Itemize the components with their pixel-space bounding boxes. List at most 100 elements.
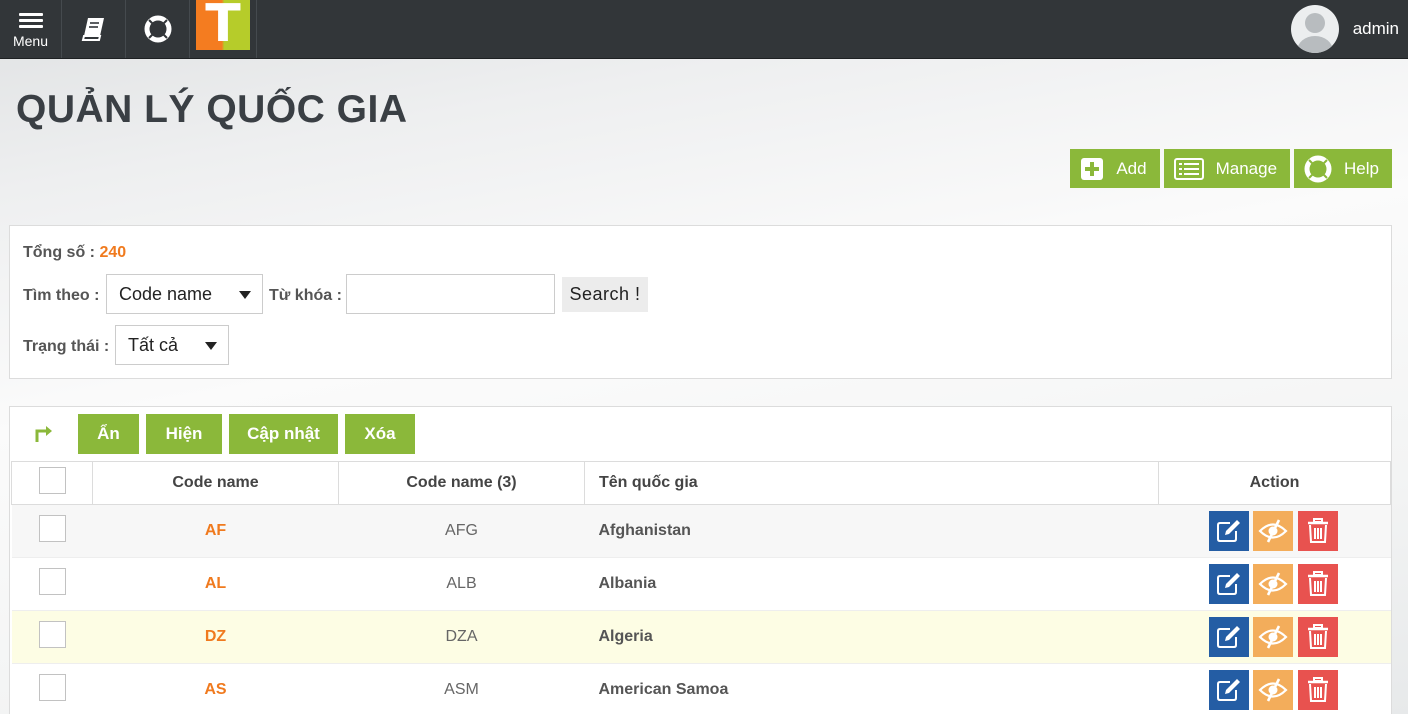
toggle-visibility-button[interactable]: [1252, 564, 1293, 604]
hamburger-icon: [18, 10, 43, 31]
brand-logo-link[interactable]: T: [190, 0, 257, 58]
edit-icon: [1216, 573, 1240, 595]
select-all-checkbox[interactable]: [38, 467, 66, 494]
total-label: Tổng số :: [23, 244, 95, 261]
row-actions: [1158, 663, 1391, 714]
row-checkbox[interactable]: [38, 674, 66, 701]
trash-icon: [1307, 677, 1328, 702]
row-code3: DZA: [338, 610, 585, 664]
status-value: Tất cả: [128, 334, 179, 355]
row-actions: [1158, 610, 1391, 664]
total-count: Tổng số : 240: [23, 244, 126, 262]
table-body: AF AFG Afghanistan AL ALB Albania DZ DZA…: [11, 504, 1391, 714]
row-actions: [1158, 504, 1391, 558]
header-checkbox-cell: [11, 461, 93, 505]
add-button[interactable]: Add: [1070, 149, 1160, 188]
avatar-icon: [1290, 5, 1339, 53]
edit-icon: [1216, 520, 1240, 542]
edit-button[interactable]: [1208, 511, 1249, 551]
eye-slash-icon: [1257, 678, 1288, 702]
row-checkbox[interactable]: [38, 515, 66, 542]
header-code3[interactable]: Code name (3): [338, 461, 585, 505]
bulk-show-button[interactable]: Hiện: [146, 414, 222, 454]
top-navbar: Menu T admin: [0, 0, 1408, 59]
table-row: AS ASM American Samoa: [11, 663, 1391, 714]
table-panel: Ẩn Hiện Cập nhật Xóa Code name Code name…: [9, 406, 1392, 714]
row-code3: ALB: [338, 557, 585, 611]
row-name: Albania: [584, 557, 1159, 611]
row-checkbox-cell: [11, 610, 93, 664]
eye-slash-icon: [1257, 519, 1288, 543]
manage-label: Manage: [1215, 158, 1278, 178]
search-by-select[interactable]: Code name: [106, 274, 263, 314]
table-header-row: Code name Code name (3) Tên quốc gia Act…: [11, 461, 1391, 505]
keyword-label: Từ khóa :: [269, 287, 342, 304]
docs-button[interactable]: [62, 0, 126, 58]
eye-slash-icon: [1257, 572, 1288, 596]
row-actions: [1158, 557, 1391, 611]
book-icon: [81, 18, 104, 41]
brand-logo: T: [196, 0, 250, 50]
edit-icon: [1216, 626, 1240, 648]
row-checkbox-cell: [11, 504, 93, 558]
row-code3: AFG: [338, 504, 585, 558]
search-by-value: Code name: [119, 283, 213, 304]
list-icon: [1173, 157, 1204, 180]
toggle-visibility-button[interactable]: [1252, 617, 1293, 657]
page-title: QUẢN LÝ QUỐC GIA: [16, 88, 408, 131]
edit-icon: [1216, 679, 1240, 701]
plus-icon: [1080, 157, 1104, 181]
manage-button[interactable]: Manage: [1163, 149, 1291, 188]
toggle-visibility-button[interactable]: [1252, 670, 1293, 710]
keyword-input[interactable]: [346, 274, 555, 314]
bulk-delete-button[interactable]: Xóa: [345, 414, 415, 454]
row-code3: ASM: [338, 663, 585, 714]
row-checkbox-cell: [11, 557, 93, 611]
edit-button[interactable]: [1208, 617, 1249, 657]
table-row: AF AFG Afghanistan: [11, 504, 1391, 558]
total-value: 240: [99, 244, 127, 261]
status-select[interactable]: Tất cả: [115, 325, 229, 365]
bulk-hide-button[interactable]: Ẩn: [78, 414, 139, 454]
row-code[interactable]: AS: [92, 663, 339, 714]
header-name[interactable]: Tên quốc gia: [584, 461, 1159, 505]
edit-button[interactable]: [1208, 670, 1249, 710]
chevron-down-icon: [205, 342, 217, 350]
add-label: Add: [1116, 158, 1147, 178]
row-name: Afghanistan: [584, 504, 1159, 558]
chevron-down-icon: [239, 291, 251, 299]
help-label: Help: [1344, 158, 1379, 178]
row-checkbox[interactable]: [38, 621, 66, 648]
search-button[interactable]: Search !: [562, 277, 648, 312]
header-code[interactable]: Code name: [92, 461, 339, 505]
lifebuoy-icon: [1304, 155, 1332, 183]
user-menu[interactable]: admin: [1290, 0, 1399, 58]
row-checkbox[interactable]: [38, 568, 66, 595]
corner-arrow-icon: [35, 426, 52, 442]
row-code[interactable]: AF: [92, 504, 339, 558]
header-action: Action: [1158, 461, 1391, 505]
bulk-update-button[interactable]: Cập nhật: [229, 414, 338, 454]
table-row: AL ALB Albania: [11, 557, 1391, 611]
search-by-label: Tìm theo :: [23, 287, 100, 304]
trash-icon: [1307, 518, 1328, 543]
country-table: Code name Code name (3) Tên quốc gia Act…: [11, 461, 1391, 714]
select-all-arrow[interactable]: [10, 424, 78, 444]
support-button[interactable]: [126, 0, 190, 58]
row-code[interactable]: DZ: [92, 610, 339, 664]
row-code[interactable]: AL: [92, 557, 339, 611]
toggle-visibility-button[interactable]: [1252, 511, 1293, 551]
filter-panel: Tổng số : 240 Tìm theo : Code name Từ kh…: [9, 225, 1392, 379]
username: admin: [1352, 19, 1399, 38]
delete-button[interactable]: [1297, 564, 1338, 604]
delete-button[interactable]: [1297, 511, 1338, 551]
help-button[interactable]: Help: [1294, 149, 1392, 188]
delete-button[interactable]: [1297, 670, 1338, 710]
delete-button[interactable]: [1297, 617, 1338, 657]
row-name: American Samoa: [584, 663, 1159, 714]
menu-button[interactable]: Menu: [0, 0, 62, 58]
bulk-actions: Ẩn Hiện Cập nhật Xóa: [10, 414, 422, 454]
edit-button[interactable]: [1208, 564, 1249, 604]
status-label: Trạng thái :: [23, 338, 110, 355]
page-actions: Add Manage Help: [1070, 149, 1392, 188]
